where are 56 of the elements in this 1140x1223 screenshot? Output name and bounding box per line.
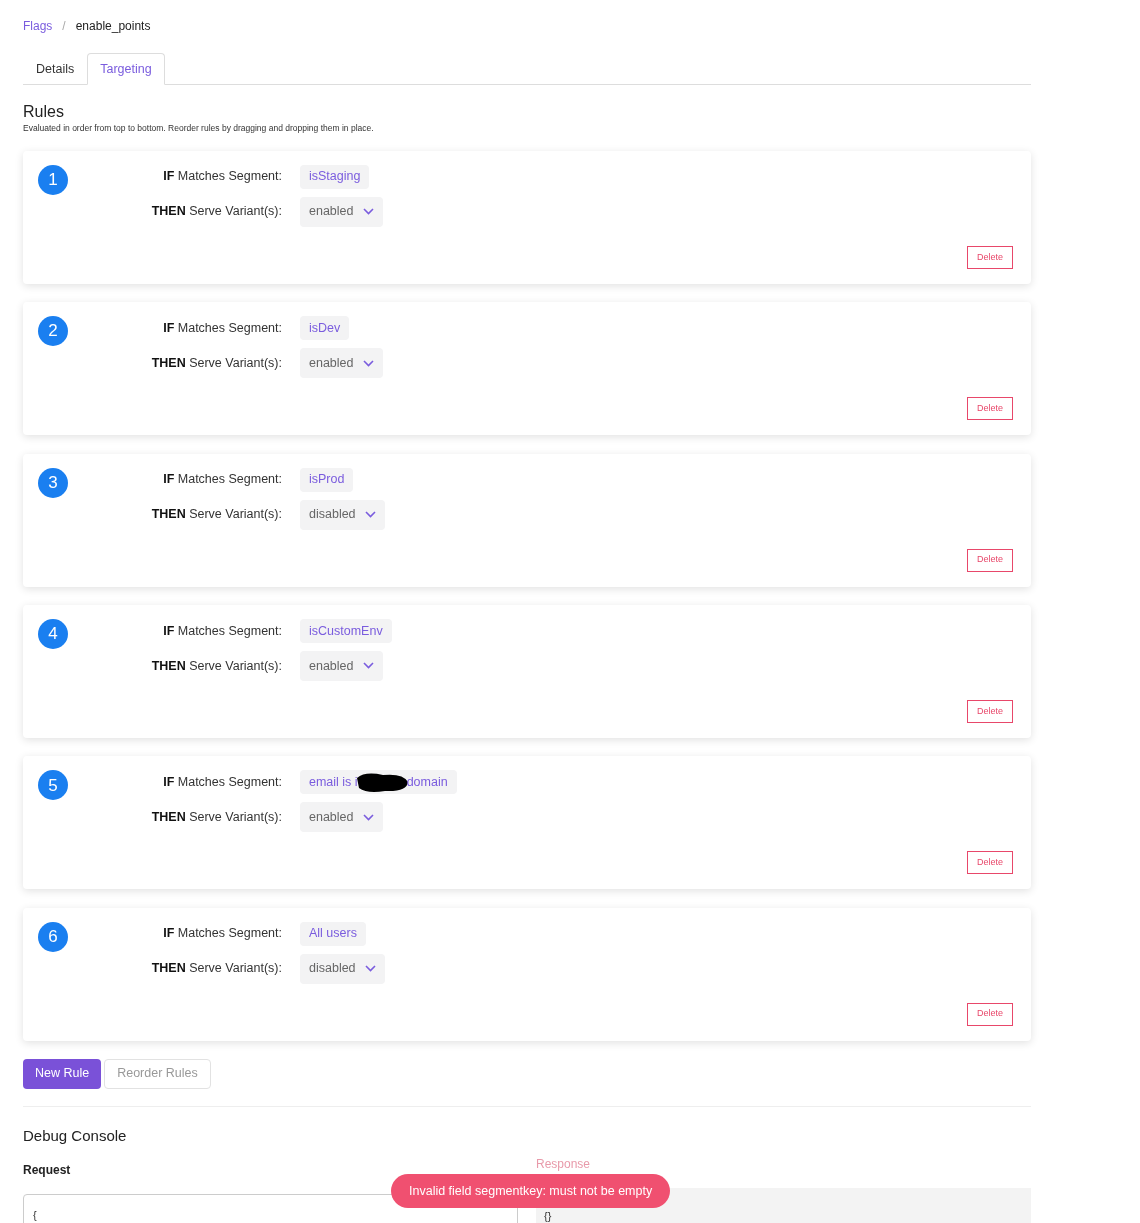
condition-label: IF Matches Segment: <box>162 471 282 489</box>
condition-label: IF Matches Segment: <box>162 319 282 337</box>
chevron-down-icon <box>362 208 374 216</box>
delete-button[interactable]: Delete <box>967 699 1013 723</box>
segment-tag[interactable]: isDev <box>300 316 350 341</box>
chevron-down-icon <box>362 662 374 670</box>
delete-button[interactable]: Delete <box>967 548 1013 572</box>
rule-number-badge: 2 <box>38 316 68 347</box>
variant-select[interactable]: disabled <box>300 499 385 530</box>
condition-label: IF Matches Segment: <box>162 925 282 943</box>
variant-select[interactable]: enabled <box>300 348 383 379</box>
variant-select[interactable]: enabled <box>300 196 383 227</box>
variant-select[interactable]: disabled <box>300 953 385 984</box>
variant-select[interactable]: enabled <box>300 650 383 681</box>
condition-label: IF Matches Segment: <box>162 773 282 791</box>
rule-number-badge: 4 <box>38 618 68 649</box>
segment-tag[interactable]: isCustomEnv <box>300 618 392 643</box>
delete-button[interactable]: Delete <box>967 397 1013 421</box>
delete-button[interactable]: Delete <box>967 851 1013 875</box>
breadcrumb-link[interactable]: Flags <box>23 17 53 35</box>
segment-tag[interactable]: isProd <box>300 467 354 492</box>
segment-tag[interactable]: All users <box>300 921 366 946</box>
new-rule-button[interactable]: New Rule <box>23 1058 102 1089</box>
tab[interactable]: Details <box>23 53 88 85</box>
rule-number-badge: 3 <box>38 467 68 498</box>
action-label: THEN Serve Variant(s): <box>150 657 282 675</box>
delete-button[interactable]: Delete <box>967 1002 1013 1026</box>
rule-number-badge: 6 <box>38 921 68 952</box>
action-label: THEN Serve Variant(s): <box>150 808 282 826</box>
response-label: Response <box>536 1156 592 1174</box>
tab[interactable]: Targeting <box>87 53 165 85</box>
condition-label: IF Matches Segment: <box>162 622 282 640</box>
action-label: THEN Serve Variant(s): <box>150 354 282 372</box>
breadcrumb-separator: / <box>61 18 67 35</box>
chevron-down-icon <box>364 511 376 519</box>
breadcrumb-current: enable_points <box>75 18 151 35</box>
debug-console-title: Debug Console <box>23 1125 128 1146</box>
error-toast: Invalid field segmentkey: must not be empty <box>391 1174 671 1208</box>
response-output: {} <box>544 1210 552 1223</box>
action-label: THEN Serve Variant(s): <box>150 960 282 978</box>
chevron-down-icon <box>362 813 374 821</box>
condition-label: IF Matches Segment: <box>162 168 282 186</box>
delete-button[interactable]: Delete <box>967 245 1013 269</box>
reorder-rules-button[interactable]: Reorder Rules <box>104 1058 211 1089</box>
rule-number-badge: 1 <box>38 164 68 195</box>
variant-select[interactable]: enabled <box>300 802 383 833</box>
section-title: Rules <box>23 102 65 122</box>
rule-number-badge: 5 <box>38 770 68 801</box>
action-label: THEN Serve Variant(s): <box>150 203 282 221</box>
section-description: Evaluated in order from top to bottom. Reorder rules by dragging and dropping them in place. <box>23 122 375 135</box>
chevron-down-icon <box>364 965 376 973</box>
segment-tag[interactable]: isStaging <box>300 164 370 189</box>
segment-tag[interactable]: email is i domain <box>300 770 457 795</box>
chevron-down-icon <box>362 359 374 367</box>
action-label: THEN Serve Variant(s): <box>150 506 282 524</box>
request-label: Request <box>23 1162 72 1180</box>
